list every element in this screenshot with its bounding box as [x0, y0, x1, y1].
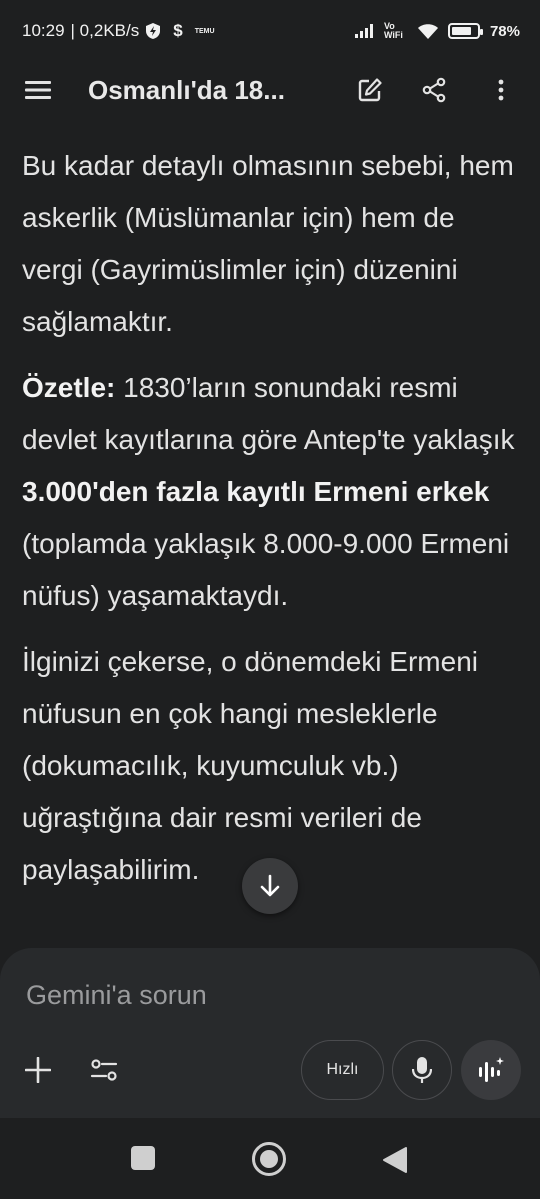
menu-icon[interactable] [14, 66, 62, 114]
battery-percent: 78% [489, 22, 520, 40]
summary-highlight: 3.000'den fazla kayıtlı Ermeni erkek [22, 476, 490, 507]
status-time: 10:29 [22, 21, 65, 40]
more-vert-icon[interactable] [477, 66, 525, 114]
model-response: Bu kadar detaylı olmasının sebebi, hem a… [22, 140, 522, 910]
response-paragraph-summary: Özetle: 1830’ların sonundaki resmi devle… [22, 362, 522, 622]
tools-icon[interactable] [80, 1046, 128, 1094]
shield-notification-icon [145, 22, 161, 40]
add-icon[interactable] [14, 1046, 62, 1094]
summary-text-end: (toplamda yaklaşık 8.000-9.000 Ermeni nü… [22, 528, 510, 611]
back-icon[interactable] [382, 1146, 408, 1179]
arrow-down-icon [260, 874, 280, 897]
live-button[interactable] [461, 1040, 521, 1100]
response-paragraph-followup: İlginizi çekerse, o dönemdeki Ermeni nüf… [22, 646, 478, 885]
status-bar: 10:29 | 0,2KB/s $ TEMU Vo WiFi 78% [0, 0, 540, 62]
app-bar: Osmanlı'da 18... [0, 62, 540, 118]
battery-icon [447, 23, 483, 39]
prompt-input[interactable]: Gemini'a sorun [26, 980, 207, 1011]
wifi-icon [416, 22, 440, 40]
microphone-icon [412, 1057, 432, 1083]
scroll-down-button[interactable] [242, 858, 298, 914]
cell-signal-icon [354, 23, 376, 39]
edit-icon[interactable] [346, 66, 394, 114]
model-mode-button[interactable]: Hızlı [301, 1040, 384, 1100]
share-icon[interactable] [410, 66, 458, 114]
response-paragraph: Bu kadar detaylı olmasının sebebi, hem a… [22, 150, 514, 337]
summary-label: Özetle: [22, 372, 116, 403]
temu-notification-icon: TEMU [194, 27, 215, 35]
microphone-button[interactable] [392, 1040, 452, 1100]
prompt-panel: Gemini'a sorun Hızlı [0, 948, 540, 1118]
battery-level-fill [451, 27, 471, 35]
live-waveform-icon [479, 1057, 504, 1082]
network-speed: | 0,2KB/s [70, 21, 140, 40]
system-nav-bar [0, 1118, 540, 1199]
recents-icon[interactable] [131, 1146, 155, 1170]
dollar-notification-icon: $ [173, 21, 183, 40]
chat-title[interactable]: Osmanlı'da 18... [88, 75, 285, 106]
home-icon[interactable] [252, 1142, 286, 1176]
vowifi-label: Vo WiFi [383, 21, 403, 40]
